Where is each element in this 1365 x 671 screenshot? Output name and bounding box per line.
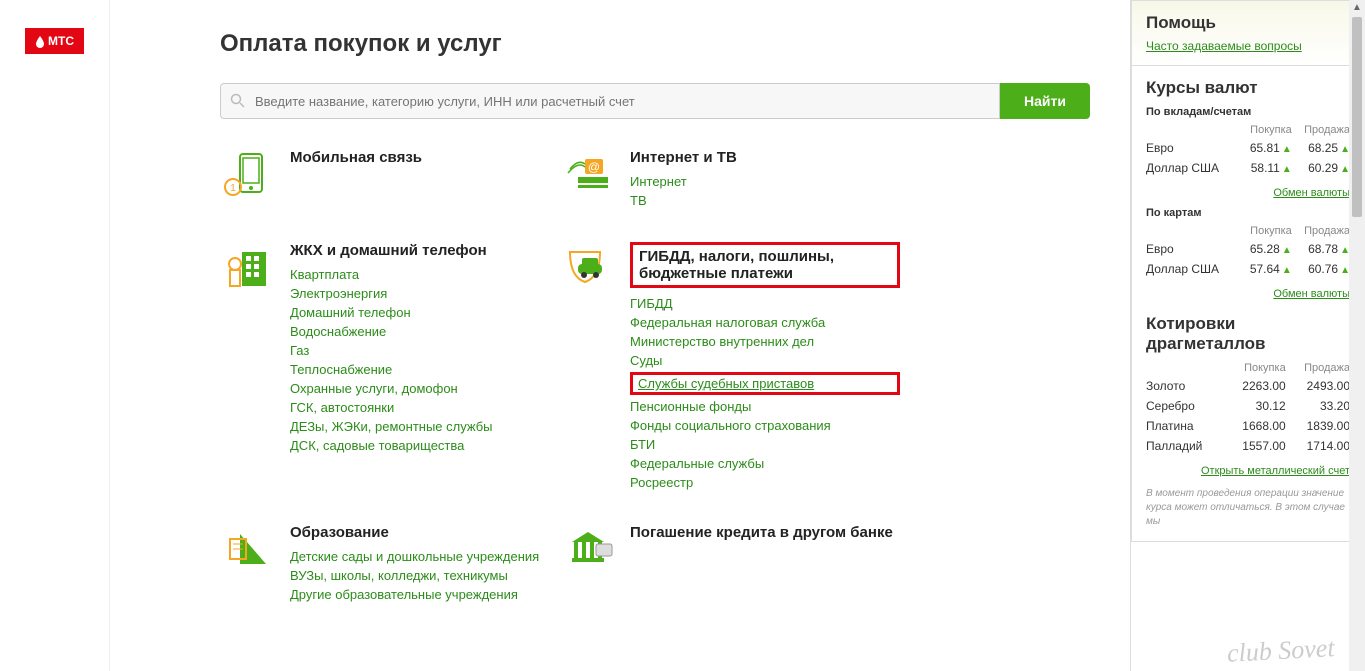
link-internet[interactable]: Интернет <box>630 174 900 189</box>
th-buy: Покупка <box>1225 360 1286 376</box>
link-gibdd[interactable]: ГИБДД <box>630 296 900 311</box>
link-mvd[interactable]: Министерство внутренних дел <box>630 334 900 349</box>
th-buy: Покупка <box>1239 223 1292 239</box>
search-box <box>220 83 1000 119</box>
rate-row: Доллар США58.11▲60.29▲ <box>1146 158 1350 178</box>
scroll-up-icon[interactable]: ▲ <box>1349 0 1365 15</box>
rate-row: Евро65.28▲68.78▲ <box>1146 239 1350 259</box>
cat-gibdd: ГИБДД, налоги, пошлины, бюджетные платеж… <box>560 242 900 494</box>
link-heat[interactable]: Теплоснабжение <box>290 362 560 377</box>
link-tv[interactable]: ТВ <box>630 193 900 208</box>
arrow-up-icon: ▲ <box>1282 265 1292 276</box>
scrollbar-thumb[interactable] <box>1352 17 1362 217</box>
link-kinder[interactable]: Детские сады и дошкольные учреждения <box>290 549 560 564</box>
search-icon <box>230 93 245 111</box>
cat-gibdd-title[interactable]: ГИБДД, налоги, пошлины, бюджетные платеж… <box>630 242 900 288</box>
th-sell: Продажа <box>1292 223 1350 239</box>
right-sidebar: Помощь Часто задаваемые вопросы Курсы ва… <box>1130 0 1365 671</box>
metal-row: Платина1668.001839.00 <box>1146 416 1350 436</box>
cat-credit: Погашение кредита в другом банке <box>560 524 900 606</box>
link-fns[interactable]: Федеральная налоговая служба <box>630 315 900 330</box>
search-row: Найти <box>220 83 1090 119</box>
exchange-link[interactable]: Обмен валюты <box>1273 187 1350 199</box>
link-dez[interactable]: ДЕЗы, ЖЭКи, ремонтные службы <box>290 419 560 434</box>
link-gas[interactable]: Газ <box>290 343 560 358</box>
arrow-up-icon: ▲ <box>1282 245 1292 256</box>
metals-title: Котировки драгметаллов <box>1146 314 1350 354</box>
link-kvartplata[interactable]: Квартплата <box>290 267 560 282</box>
link-bti[interactable]: БТИ <box>630 437 900 452</box>
link-pristavy[interactable]: Службы судебных приставов <box>630 372 900 395</box>
th-sell: Продажа <box>1292 122 1350 138</box>
rates-title: Курсы валют <box>1146 78 1350 98</box>
metal-row: Палладий1557.001714.00 <box>1146 436 1350 456</box>
link-water[interactable]: Водоснабжение <box>290 324 560 339</box>
svg-text:@: @ <box>588 160 600 174</box>
mts-drop-icon <box>35 36 45 48</box>
link-homephone[interactable]: Домашний телефон <box>290 305 560 320</box>
link-rosreestr[interactable]: Росреестр <box>630 475 900 490</box>
bank-icon <box>560 524 620 574</box>
rates-sub-cards: По картам <box>1146 207 1350 219</box>
link-socstrah[interactable]: Фонды социального страхования <box>630 418 900 433</box>
link-dsk[interactable]: ДСК, садовые товарищества <box>290 438 560 453</box>
page-title: Оплата покупок и услуг <box>220 30 1090 58</box>
rate-note: В момент проведения операции значение ку… <box>1146 487 1350 529</box>
search-input[interactable] <box>220 83 1000 119</box>
mts-logo[interactable]: МТС <box>25 28 84 54</box>
main-content: Оплата покупок и услуг Найти 1 Мобильная… <box>110 0 1130 671</box>
cat-zhkh-title[interactable]: ЖКХ и домашний телефон <box>290 242 560 259</box>
cat-edu-title[interactable]: Образование <box>290 524 560 541</box>
link-vuz[interactable]: ВУЗы, школы, колледжи, техникумы <box>290 568 560 583</box>
metals-table: ПокупкаПродажа Золото2263.002493.00 Сере… <box>1146 360 1350 456</box>
rates-sub-deposits: По вкладам/счетам <box>1146 106 1350 118</box>
rates-deposits-table: ПокупкаПродажа Евро65.81▲68.25▲ Доллар С… <box>1146 122 1350 178</box>
metal-account-link[interactable]: Открыть металлический счет <box>1201 465 1350 477</box>
metal-row: Золото2263.002493.00 <box>1146 376 1350 396</box>
help-block: Помощь Часто задаваемые вопросы <box>1131 0 1365 66</box>
mts-label: МТС <box>48 34 74 48</box>
cat-internet: @ Интернет и ТВ Интернет ТВ <box>560 149 900 212</box>
th-sell: Продажа <box>1286 360 1350 376</box>
rates-block: Курсы валют По вкладам/счетам ПокупкаПро… <box>1131 66 1365 542</box>
rate-row: Доллар США57.64▲60.76▲ <box>1146 259 1350 279</box>
help-title: Помощь <box>1146 13 1350 33</box>
link-electro[interactable]: Электроэнергия <box>290 286 560 301</box>
arrow-up-icon: ▲ <box>1282 164 1292 175</box>
link-security[interactable]: Охранные услуги, домофон <box>290 381 560 396</box>
internet-icon: @ <box>560 149 620 199</box>
metal-row: Серебро30.1233.20 <box>1146 396 1350 416</box>
search-button[interactable]: Найти <box>1000 83 1090 119</box>
faq-link[interactable]: Часто задаваемые вопросы <box>1146 39 1350 53</box>
link-gsk[interactable]: ГСК, автостоянки <box>290 400 560 415</box>
cat-zhkh: ЖКХ и домашний телефон Квартплата Электр… <box>220 242 560 494</box>
gov-icon <box>560 242 620 292</box>
rate-row: Евро65.81▲68.25▲ <box>1146 138 1350 158</box>
home-icon <box>220 242 280 292</box>
categories-grid: 1 Мобильная связь @ Интернет и ТВ Интерн… <box>220 149 1090 636</box>
link-other-edu[interactable]: Другие образовательные учреждения <box>290 587 560 602</box>
svg-text:1: 1 <box>230 183 236 194</box>
link-pension[interactable]: Пенсионные фонды <box>630 399 900 414</box>
cat-edu: Образование Детские сады и дошкольные уч… <box>220 524 560 606</box>
exchange-link-2[interactable]: Обмен валюты <box>1273 288 1350 300</box>
cat-credit-title[interactable]: Погашение кредита в другом банке <box>630 524 900 541</box>
edu-icon <box>220 524 280 574</box>
arrow-up-icon: ▲ <box>1282 144 1292 155</box>
rates-cards-table: ПокупкаПродажа Евро65.28▲68.78▲ Доллар С… <box>1146 223 1350 279</box>
cat-mobile-title[interactable]: Мобильная связь <box>290 149 560 166</box>
link-sudy[interactable]: Суды <box>630 353 900 368</box>
left-sidebar: МТС <box>0 0 110 671</box>
mobile-icon: 1 <box>220 149 280 199</box>
link-fedserv[interactable]: Федеральные службы <box>630 456 900 471</box>
cat-internet-title[interactable]: Интернет и ТВ <box>630 149 900 166</box>
th-buy: Покупка <box>1239 122 1292 138</box>
page-scrollbar[interactable]: ▲ <box>1349 0 1365 671</box>
cat-mobile: 1 Мобильная связь <box>220 149 560 212</box>
